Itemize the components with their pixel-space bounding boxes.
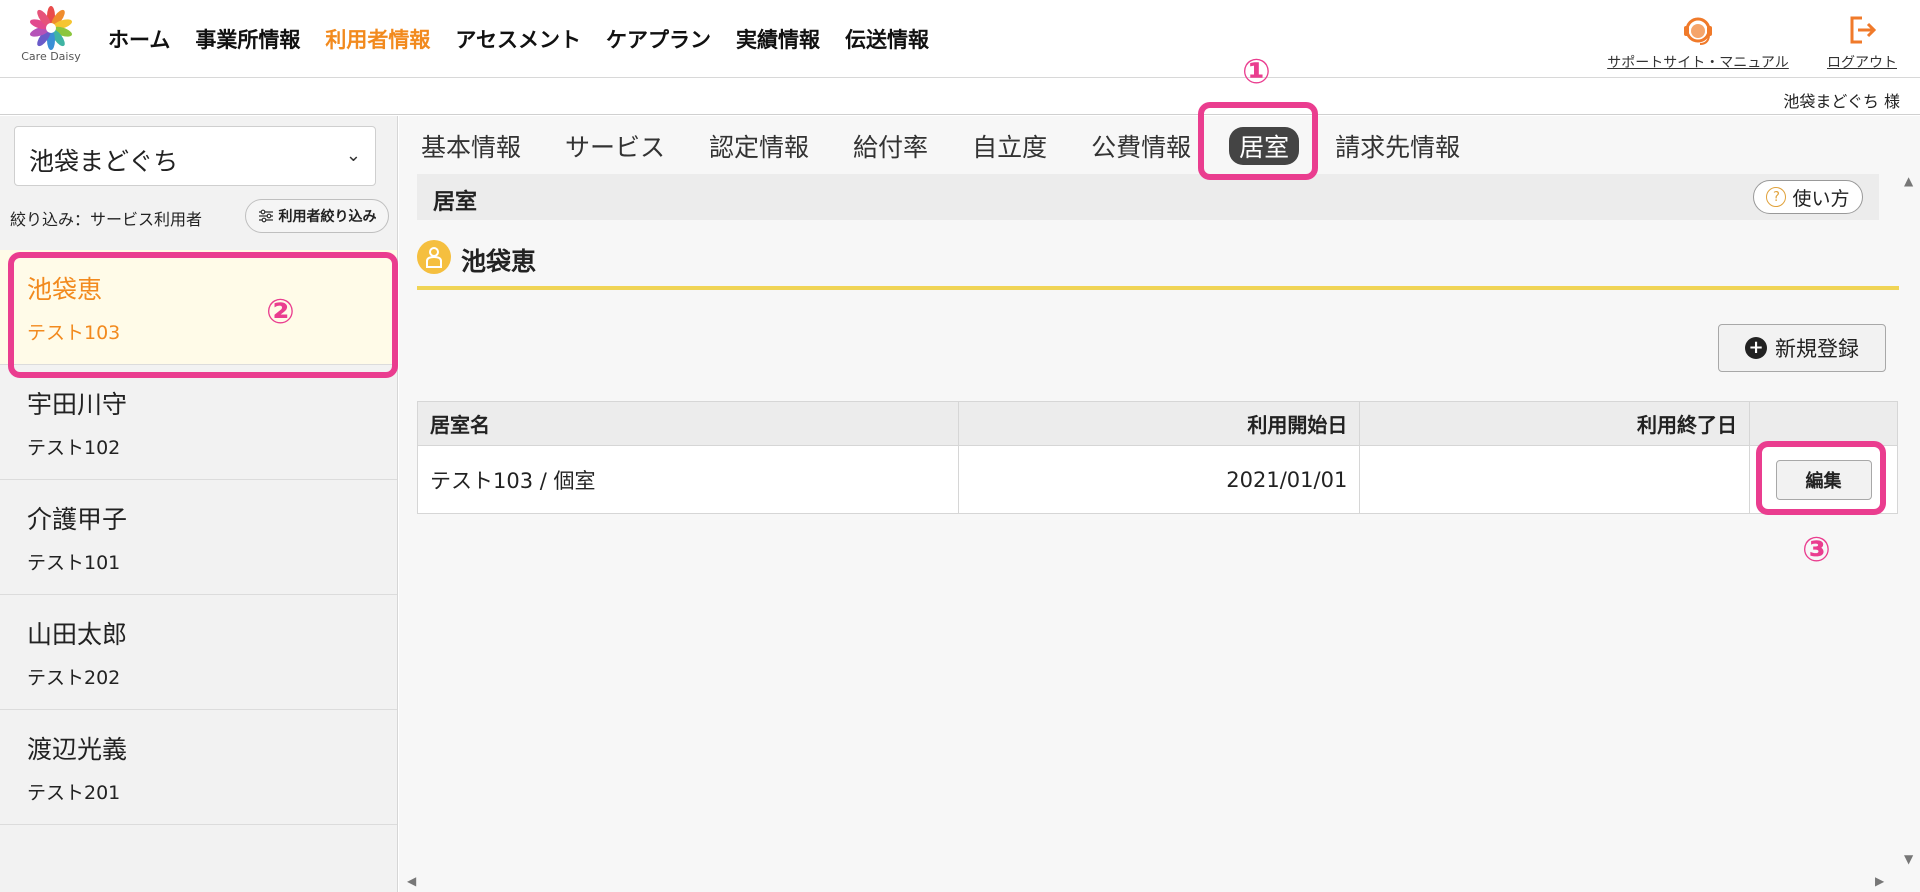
table-row: テスト103 / 個室 2021/01/01 編集 <box>417 445 1898 514</box>
horizontal-scrollbar[interactable]: ◀ ▶ <box>399 872 1920 892</box>
section-header: 居室 ? 使い方 <box>417 174 1879 220</box>
col-start-date: 利用開始日 <box>957 401 1361 446</box>
col-room-name: 居室名 <box>417 401 959 446</box>
user-list-item[interactable]: 渡辺光義 テスト201 <box>0 710 397 825</box>
chevron-down-icon: ⌄ <box>345 145 361 166</box>
person-name: 池袋恵 <box>461 247 537 276</box>
user-name: 介護甲子 <box>27 505 128 534</box>
cell-start-date: 2021/01/01 <box>957 445 1361 514</box>
col-end-date: 利用終了日 <box>1359 401 1750 446</box>
annotation-2: ② <box>266 292 295 332</box>
tab-service[interactable]: サービス <box>565 128 665 164</box>
user-list-item[interactable]: 介護甲子 テスト101 <box>0 480 397 595</box>
section-title: 居室 <box>433 190 478 215</box>
user-room: テスト202 <box>27 667 121 689</box>
tab-benefit-rate[interactable]: 給付率 <box>853 128 928 164</box>
room-table: 居室名 利用開始日 利用終了日 テスト103 / 個室 2021/01/01 編… <box>417 401 1898 514</box>
edit-button[interactable]: 編集 <box>1775 459 1872 500</box>
nav-assessment[interactable]: アセスメント <box>455 24 581 54</box>
nav-user-info[interactable]: 利用者情報 <box>325 24 430 54</box>
how-to-use-button[interactable]: ? 使い方 <box>1753 180 1863 214</box>
scroll-right-icon[interactable]: ▶ <box>1875 874 1884 888</box>
cell-room-name: テスト103 / 個室 <box>417 445 959 514</box>
logged-in-user: 池袋まどぐち 様 <box>1783 92 1900 111</box>
tab-certification[interactable]: 認定情報 <box>709 128 809 164</box>
question-icon: ? <box>1766 187 1787 207</box>
user-room: テスト101 <box>27 552 121 574</box>
headset-support-icon <box>1684 17 1712 45</box>
col-action <box>1749 401 1898 446</box>
cell-action: 編集 <box>1749 445 1898 514</box>
cell-end-date <box>1359 445 1750 514</box>
how-to-use-label: 使い方 <box>1792 187 1850 210</box>
user-list: 池袋恵 テスト103 宇田川守 テスト102 介護甲子 テスト101 山田太郎 … <box>0 250 397 825</box>
user-list-item[interactable]: 山田太郎 テスト202 <box>0 595 397 710</box>
scroll-down-icon[interactable]: ▼ <box>1904 852 1913 866</box>
user-room: テスト102 <box>27 437 121 459</box>
tab-billing-info[interactable]: 請求先情報 <box>1335 128 1460 164</box>
annotation-3: ③ <box>1802 530 1831 570</box>
nav-care-plan[interactable]: ケアプラン <box>606 24 711 54</box>
new-registration-label: 新規登録 <box>1775 337 1859 361</box>
vertical-scrollbar[interactable]: ▲ ▼ <box>1898 116 1920 876</box>
logo-text: Care Daisy <box>21 50 81 63</box>
facility-select[interactable]: 池袋まどぐち ⌄ <box>14 126 376 186</box>
filter-sliders-icon <box>258 209 273 223</box>
daisy-flower-icon <box>29 6 73 50</box>
person-header: 池袋恵 <box>417 240 1899 290</box>
main-content: 基本情報 サービス 認定情報 給付率 自立度 公費情報 居室 請求先情報 居室 … <box>399 116 1920 892</box>
facility-select-value: 池袋まどぐち <box>29 147 179 176</box>
main-nav: ホーム 事業所情報 利用者情報 アセスメント ケアプラン 実績情報 伝送情報 <box>108 24 954 54</box>
table-header-row: 居室名 利用開始日 利用終了日 <box>417 401 1898 446</box>
new-registration-button[interactable]: + 新規登録 <box>1718 324 1886 372</box>
user-list-item[interactable]: 宇田川守 テスト102 <box>0 365 397 480</box>
user-name: 山田太郎 <box>27 620 128 649</box>
nav-transmission[interactable]: 伝送情報 <box>845 24 929 54</box>
nav-office-info[interactable]: 事業所情報 <box>195 24 300 54</box>
logout-icon <box>1850 16 1877 44</box>
user-info-tabs: 基本情報 サービス 認定情報 給付率 自立度 公費情報 居室 請求先情報 <box>421 126 1504 166</box>
nav-home[interactable]: ホーム <box>108 24 170 54</box>
user-filter-label: 利用者絞り込み <box>278 209 377 225</box>
support-label: サポートサイト・マニュアル <box>1607 55 1789 71</box>
user-name: 渡辺光義 <box>27 735 128 764</box>
nav-performance[interactable]: 実績情報 <box>736 24 820 54</box>
logout-label: ログアウト <box>1827 55 1897 71</box>
annotation-1: ① <box>1242 52 1271 92</box>
user-room: テスト103 <box>27 322 121 344</box>
user-name: 宇田川守 <box>27 390 128 419</box>
support-site-link[interactable]: サポートサイト・マニュアル <box>1600 12 1796 72</box>
user-list-item[interactable]: 池袋恵 テスト103 <box>0 250 397 365</box>
user-name: 池袋恵 <box>27 275 103 304</box>
plus-circle-icon: + <box>1745 337 1767 359</box>
user-filter-button[interactable]: 利用者絞り込み <box>245 199 389 233</box>
care-daisy-logo[interactable]: Care Daisy <box>18 6 84 68</box>
logout-link[interactable]: ログアウト <box>1818 12 1906 72</box>
tab-room[interactable]: 居室 <box>1229 127 1300 165</box>
tab-basic-info[interactable]: 基本情報 <box>421 128 521 164</box>
user-bar: 池袋まどぐち 様 <box>0 79 1920 115</box>
filter-label: 絞り込み：サービス利用者 <box>10 210 203 229</box>
scroll-up-icon[interactable]: ▲ <box>1904 174 1913 188</box>
tab-independence[interactable]: 自立度 <box>972 128 1047 164</box>
app-header: Care Daisy ホーム 事業所情報 利用者情報 アセスメント ケアプラン … <box>0 0 1920 78</box>
tab-public-expense[interactable]: 公費情報 <box>1091 128 1191 164</box>
user-room: テスト201 <box>27 782 121 804</box>
sidebar: 池袋まどぐち ⌄ 絞り込み：サービス利用者 利用者絞り込み 池袋恵 テスト103… <box>0 116 398 892</box>
scroll-left-icon[interactable]: ◀ <box>407 874 416 888</box>
person-icon <box>417 240 451 274</box>
